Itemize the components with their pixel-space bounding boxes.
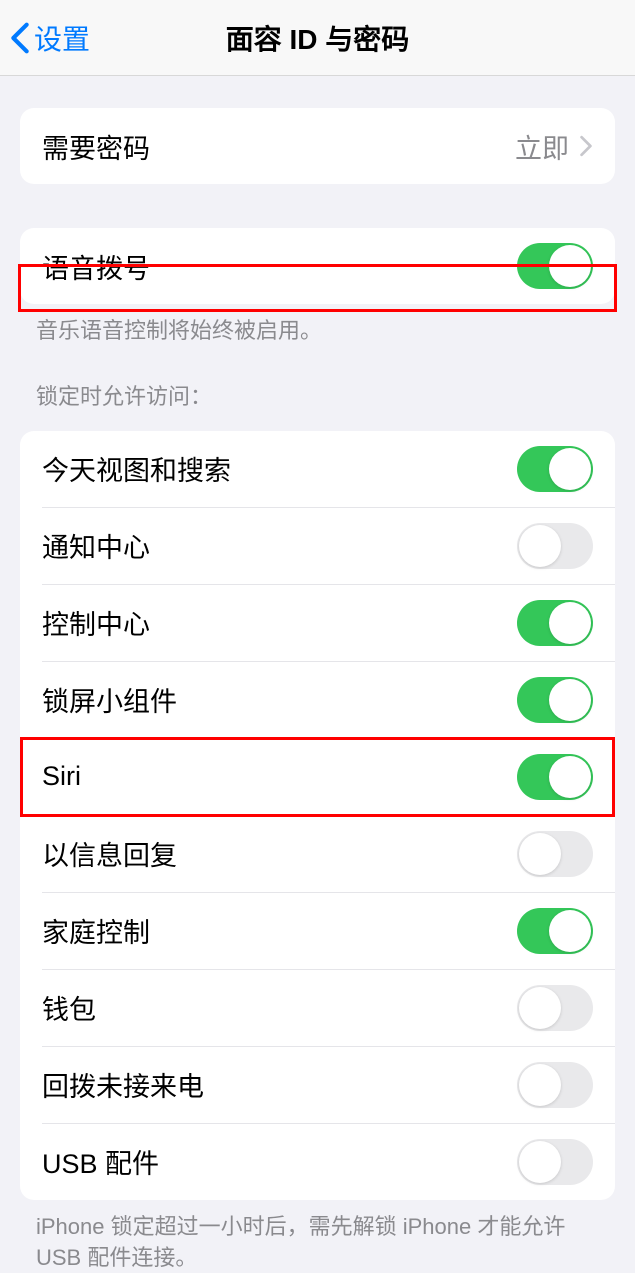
- lock-access-row-usb: USB 配件: [20, 1124, 615, 1200]
- lock-access-row-today: 今天视图和搜索: [20, 431, 615, 507]
- lock-access-row-siri: Siri: [20, 739, 615, 815]
- lock-access-toggle-usb[interactable]: [517, 1139, 593, 1185]
- require-passcode-row[interactable]: 需要密码 立即: [20, 108, 615, 184]
- voice-dial-group: 语音拨号: [20, 228, 615, 304]
- lock-access-toggle-siri[interactable]: [517, 754, 593, 800]
- navigation-bar: 设置 面容 ID 与密码: [0, 0, 635, 76]
- lock-access-toggle-wallet[interactable]: [517, 985, 593, 1031]
- lock-access-row-reply: 以信息回复: [20, 816, 615, 892]
- lock-access-label-notification: 通知中心: [42, 526, 150, 565]
- voice-dial-label: 语音拨号: [42, 247, 150, 286]
- lock-access-label-today: 今天视图和搜索: [42, 449, 231, 488]
- require-passcode-group: 需要密码 立即: [20, 108, 615, 184]
- lock-access-group: 今天视图和搜索通知中心控制中心锁屏小组件 Siri 以信息回复家庭控制钱包回拨未接来…: [20, 431, 615, 1200]
- lock-access-footer: iPhone 锁定超过一小时后，需先解锁 iPhone 才能允许 USB 配件连…: [0, 1200, 635, 1273]
- lock-access-label-siri: Siri: [42, 761, 81, 792]
- voice-dial-row: 语音拨号: [20, 228, 615, 304]
- lock-access-header: 锁定时允许访问：: [0, 379, 635, 421]
- back-label: 设置: [34, 18, 90, 58]
- lock-access-toggle-today[interactable]: [517, 446, 593, 492]
- lock-access-toggle-reply[interactable]: [517, 831, 593, 877]
- content-area: 需要密码 立即 语音拨号 音乐语音控制将始终被启用。 锁定时允许访问：: [0, 108, 635, 1273]
- page-title: 面容 ID 与密码: [226, 18, 410, 58]
- lock-access-label-reply: 以信息回复: [42, 834, 177, 873]
- lock-access-row-control: 控制中心: [20, 585, 615, 661]
- lock-access-toggle-home[interactable]: [517, 908, 593, 954]
- lock-access-row-widgets: 锁屏小组件: [20, 662, 615, 738]
- lock-access-toggle-notification[interactable]: [517, 523, 593, 569]
- require-passcode-value: 立即: [515, 127, 569, 166]
- lock-access-label-home: 家庭控制: [42, 911, 150, 950]
- lock-access-row-home: 家庭控制: [20, 893, 615, 969]
- require-passcode-label: 需要密码: [42, 127, 150, 166]
- lock-access-toggle-control[interactable]: [517, 600, 593, 646]
- lock-access-row-notification: 通知中心: [20, 508, 615, 584]
- voice-dial-toggle[interactable]: [517, 243, 593, 289]
- lock-access-label-wallet: 钱包: [42, 988, 96, 1027]
- lock-access-label-widgets: 锁屏小组件: [42, 680, 177, 719]
- back-button[interactable]: 设置: [10, 18, 90, 58]
- lock-access-toggle-callback[interactable]: [517, 1062, 593, 1108]
- lock-access-toggle-widgets[interactable]: [517, 677, 593, 723]
- voice-dial-footer: 音乐语音控制将始终被启用。: [0, 304, 635, 347]
- lock-access-label-usb: USB 配件: [42, 1142, 159, 1181]
- lock-access-label-control: 控制中心: [42, 603, 150, 642]
- chevron-right-icon: [579, 135, 593, 157]
- lock-access-label-callback: 回拨未接来电: [42, 1065, 204, 1104]
- chevron-left-icon: [10, 21, 30, 55]
- lock-access-row-callback: 回拨未接来电: [20, 1047, 615, 1123]
- lock-access-row-wallet: 钱包: [20, 970, 615, 1046]
